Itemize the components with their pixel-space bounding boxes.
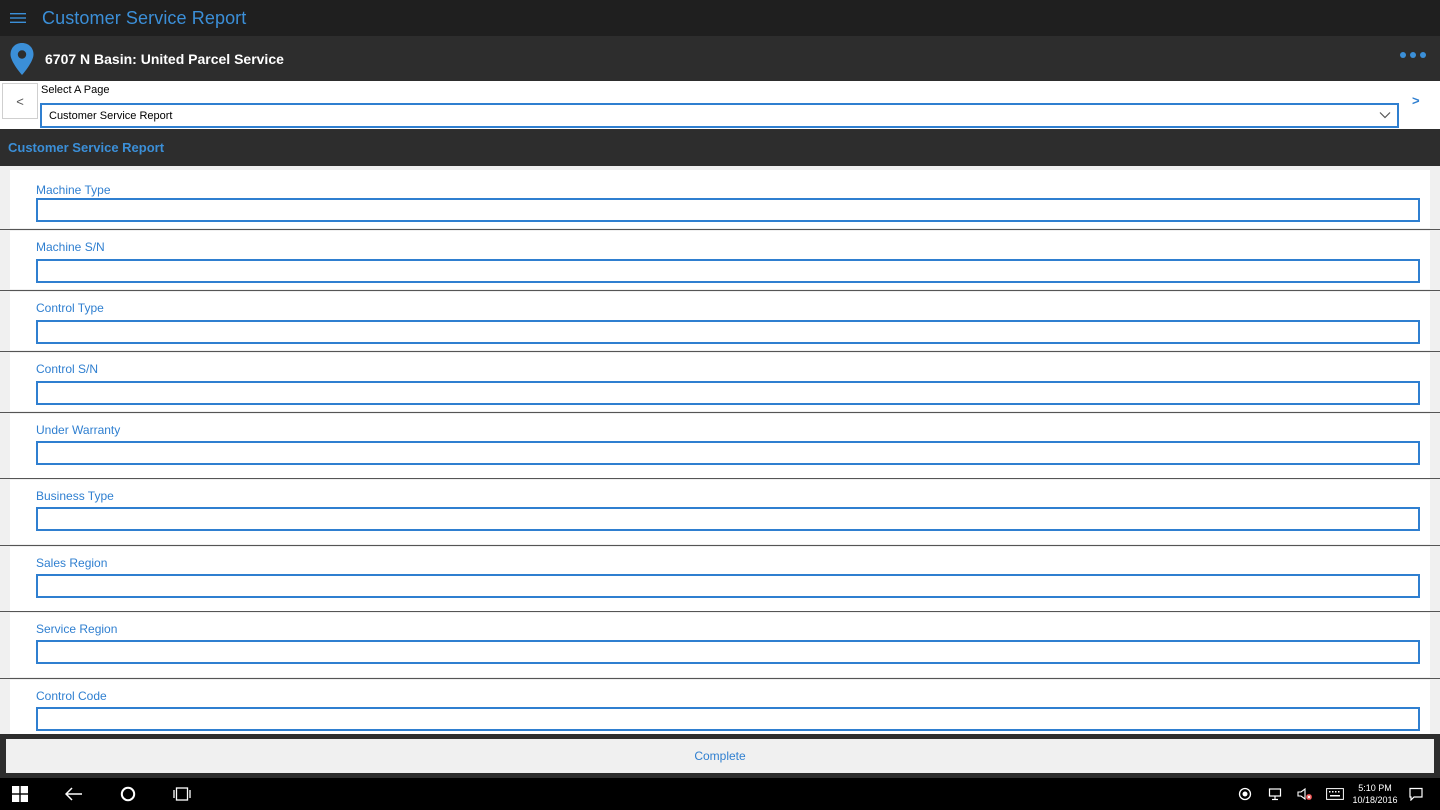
field-label: Machine S/N xyxy=(36,240,105,254)
field-label: Control Type xyxy=(36,301,104,315)
taskbar-clock[interactable]: 5:10 PM 10/18/2016 xyxy=(1346,782,1404,806)
more-dot-icon xyxy=(1420,52,1426,58)
row-divider xyxy=(0,678,1440,679)
control-sn-input[interactable] xyxy=(36,381,1420,405)
control-code-input[interactable] xyxy=(36,707,1420,731)
back-button[interactable] xyxy=(54,778,94,810)
record-icon[interactable] xyxy=(1237,786,1253,802)
hamburger-icon xyxy=(10,13,26,23)
chevron-down-icon xyxy=(1379,112,1391,119)
page-select-value: Customer Service Report xyxy=(49,109,173,122)
speaker-muted-icon[interactable] xyxy=(1297,786,1313,802)
form-field-row: Service Region xyxy=(10,613,1430,677)
machine-sn-input[interactable] xyxy=(36,259,1420,283)
clock-time: 5:10 PM xyxy=(1358,783,1392,793)
location-bar: 6707 N Basin: United Parcel Service xyxy=(0,36,1440,81)
form-field-row: Sales Region xyxy=(10,547,1430,611)
under-warranty-input[interactable] xyxy=(36,441,1420,465)
row-divider xyxy=(0,229,1440,230)
form-field-row: Control S/N xyxy=(10,353,1430,411)
row-divider xyxy=(0,478,1440,479)
task-view-icon xyxy=(173,787,191,801)
page-select-label: Select A Page xyxy=(41,84,110,96)
notification-center-icon[interactable] xyxy=(1408,786,1424,802)
sales-region-input[interactable] xyxy=(36,574,1420,598)
business-type-input[interactable] xyxy=(36,507,1420,531)
taskbar: 5:10 PM 10/18/2016 xyxy=(0,778,1440,810)
clock-date: 10/18/2016 xyxy=(1352,795,1398,805)
windows-logo-icon xyxy=(12,786,28,802)
field-label: Control S/N xyxy=(36,362,99,376)
previous-page-button[interactable]: < xyxy=(2,83,38,119)
form-field-row: Business Type xyxy=(10,480,1430,544)
field-label: Sales Region xyxy=(36,556,108,570)
cortana-button[interactable] xyxy=(108,778,148,810)
location-title: 6707 N Basin: United Parcel Service xyxy=(45,50,284,67)
form-field-row: Under Warranty xyxy=(10,414,1430,478)
complete-button-label: Complete xyxy=(694,749,746,763)
machine-type-input[interactable] xyxy=(36,198,1420,222)
app-title: Customer Service Report xyxy=(42,7,247,28)
more-options-button[interactable] xyxy=(1398,50,1428,60)
row-divider xyxy=(0,545,1440,546)
row-divider xyxy=(0,351,1440,352)
start-button[interactable] xyxy=(0,778,40,810)
complete-button[interactable]: Complete xyxy=(6,739,1434,773)
page-selector-row: < Select A Page Customer Service Report … xyxy=(0,81,1440,129)
page-select-dropdown[interactable]: Customer Service Report xyxy=(40,103,1399,128)
field-label: Business Type xyxy=(36,489,114,503)
section-title: Customer Service Report xyxy=(8,140,165,155)
field-label: Under Warranty xyxy=(36,423,121,437)
next-page-button[interactable]: > xyxy=(1412,93,1420,108)
row-divider xyxy=(0,412,1440,413)
task-view-button[interactable] xyxy=(162,778,202,810)
field-label: Service Region xyxy=(36,622,118,636)
network-icon[interactable] xyxy=(1267,786,1283,802)
back-arrow-icon xyxy=(65,787,82,801)
control-type-input[interactable] xyxy=(36,320,1420,344)
field-label: Machine Type xyxy=(36,183,111,197)
map-pin-icon xyxy=(9,42,39,76)
keyboard-icon[interactable] xyxy=(1326,786,1344,802)
complete-bar: Complete xyxy=(0,734,1440,778)
row-divider xyxy=(0,611,1440,612)
hamburger-menu-button[interactable] xyxy=(0,0,36,36)
cortana-circle-icon xyxy=(120,786,136,802)
section-header: Customer Service Report xyxy=(0,129,1440,166)
title-bar: Customer Service Report xyxy=(0,0,1440,36)
more-dot-icon xyxy=(1410,52,1416,58)
form-area: Machine Type Machine S/N Control Type Co… xyxy=(0,166,1440,734)
row-divider xyxy=(0,290,1440,291)
service-region-input[interactable] xyxy=(36,640,1420,664)
form-field-row: Machine S/N xyxy=(10,231,1430,289)
form-field-row: Machine Type xyxy=(10,170,1430,228)
field-label: Control Code xyxy=(36,689,107,703)
more-dot-icon xyxy=(1400,52,1406,58)
form-field-row: Control Type xyxy=(10,292,1430,350)
form-field-row: Control Code xyxy=(10,680,1430,734)
